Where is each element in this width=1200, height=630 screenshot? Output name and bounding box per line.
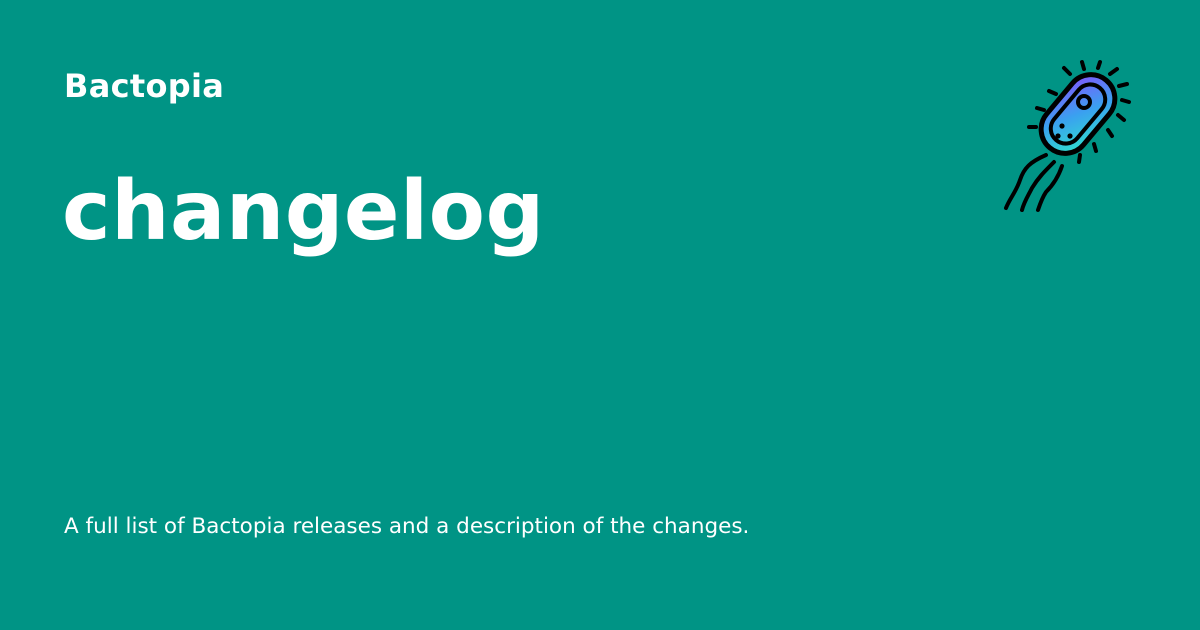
page-description: A full list of Bactopia releases and a d… — [64, 514, 750, 539]
bacterium-icon — [1000, 60, 1136, 212]
site-name: Bactopia — [64, 67, 225, 105]
page-title: changelog — [62, 164, 545, 259]
social-card: Bactopia changelog A full list of Bactop… — [0, 0, 1200, 630]
